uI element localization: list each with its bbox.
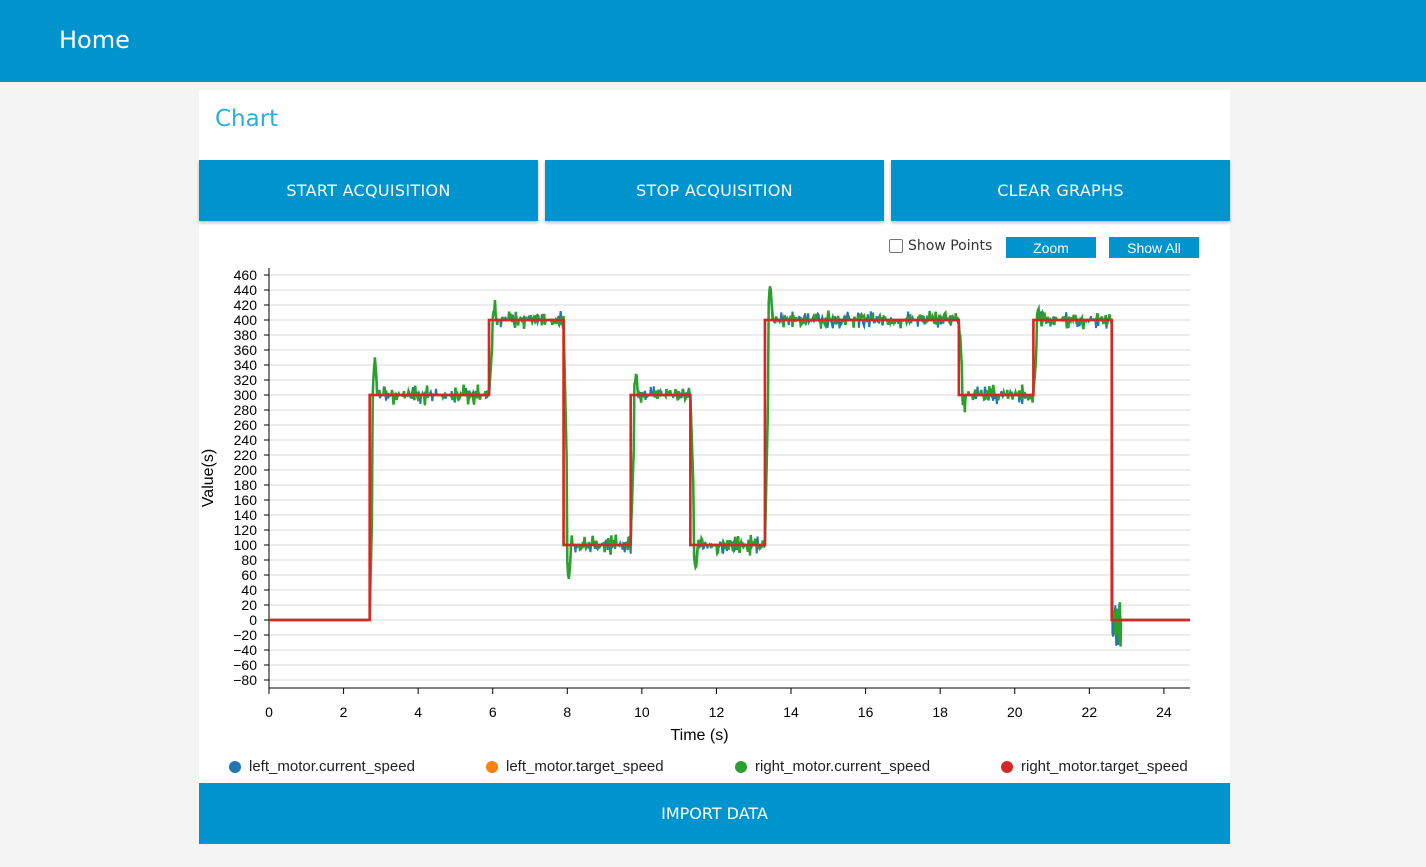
x-tick-label: 12: [709, 704, 725, 720]
y-tick-label: 60: [241, 567, 257, 583]
chart-grid: [269, 274, 1190, 681]
y-tick-label: 140: [234, 507, 258, 523]
y-tick-label: 120: [234, 522, 258, 538]
start-acquisition-button[interactable]: START ACQUISITION: [199, 160, 538, 221]
legend-label: left_motor.target_speed: [506, 758, 664, 775]
x-axis-title: Time (s): [670, 727, 728, 744]
x-tick-label: 16: [858, 704, 874, 720]
series-right-current: [269, 286, 1190, 647]
y-tick-label: 80: [241, 552, 257, 568]
legend-label: right_motor.current_speed: [755, 758, 931, 775]
chart-card: Chart START ACQUISITION STOP ACQUISITION…: [199, 90, 1230, 844]
legend-dot: [735, 760, 747, 773]
x-tick-label: 8: [563, 704, 571, 720]
y-tick-label: 180: [234, 477, 258, 493]
x-tick-label: 6: [489, 704, 497, 720]
chart-series: [269, 286, 1190, 647]
y-tick-label: 340: [234, 357, 258, 373]
y-tick-label: 400: [234, 312, 258, 328]
y-tick-label: 320: [234, 372, 258, 388]
chart-legend: left_motor.current_speed left_motor.targ…: [199, 758, 1230, 778]
show-points-label: Show Points: [908, 238, 993, 254]
y-tick-label: 200: [234, 462, 258, 478]
y-tick-label: −40: [233, 642, 257, 658]
legend-item-left-current[interactable]: left_motor.current_speed: [229, 758, 415, 775]
x-tick-label: 0: [265, 704, 273, 720]
x-tick-label: 20: [1007, 704, 1023, 720]
page-title[interactable]: Home: [59, 26, 130, 54]
app-header: Home: [0, 0, 1426, 82]
y-tick-label: 220: [234, 447, 258, 463]
card-title: Chart: [215, 106, 279, 132]
legend-item-right-current[interactable]: right_motor.current_speed: [735, 758, 930, 775]
x-tick-label: 4: [414, 704, 422, 720]
zoom-button[interactable]: Zoom: [1006, 237, 1096, 258]
y-tick-label: −20: [233, 627, 257, 643]
x-tick-label: 14: [783, 704, 799, 720]
legend-dot: [1001, 760, 1013, 773]
stop-acquisition-button[interactable]: STOP ACQUISITION: [545, 160, 884, 221]
y-tick-label: −80: [233, 672, 257, 688]
y-tick-label: 100: [234, 537, 258, 553]
y-tick-label: 280: [234, 402, 258, 418]
legend-dot: [229, 760, 241, 773]
y-tick-label: 40: [241, 582, 257, 598]
series-left-current: [269, 292, 1190, 646]
x-tick-label: 24: [1156, 704, 1172, 720]
legend-item-left-target[interactable]: left_motor.target_speed: [486, 758, 664, 775]
y-tick-label: 360: [234, 342, 258, 358]
y-tick-label: 440: [234, 282, 258, 298]
show-all-button[interactable]: Show All: [1109, 237, 1199, 258]
legend-label: right_motor.target_speed: [1021, 758, 1188, 775]
clear-graphs-button[interactable]: CLEAR GRAPHS: [891, 160, 1230, 221]
y-tick-label: 260: [234, 417, 258, 433]
y-tick-label: 300: [234, 387, 258, 403]
legend-dot: [486, 760, 498, 773]
x-tick-label: 18: [932, 704, 948, 720]
show-points-checkbox[interactable]: [889, 239, 903, 253]
x-tick-label: 10: [634, 704, 650, 720]
y-tick-label: 160: [234, 492, 258, 508]
legend-item-right-target[interactable]: right_motor.target_speed: [1001, 758, 1188, 775]
x-tick-label: 2: [340, 704, 348, 720]
y-tick-label: 380: [234, 327, 258, 343]
y-tick-label: 240: [234, 432, 258, 448]
y-axis-title: Value(s): [200, 449, 217, 507]
y-tick-label: 20: [241, 597, 257, 613]
chart-controls: Show Points Zoom Show All: [199, 236, 1230, 260]
y-tick-label: 460: [234, 267, 258, 283]
line-chart[interactable]: −80−60−40−200204060801001201401601802002…: [199, 262, 1230, 752]
y-tick-label: 0: [249, 612, 257, 628]
import-data-button[interactable]: IMPORT DATA: [199, 783, 1230, 844]
legend-label: left_motor.current_speed: [249, 758, 415, 775]
y-tick-label: 420: [234, 297, 258, 313]
x-tick-label: 22: [1082, 704, 1098, 720]
y-tick-label: −60: [233, 657, 257, 673]
show-points-toggle[interactable]: Show Points: [889, 238, 992, 254]
